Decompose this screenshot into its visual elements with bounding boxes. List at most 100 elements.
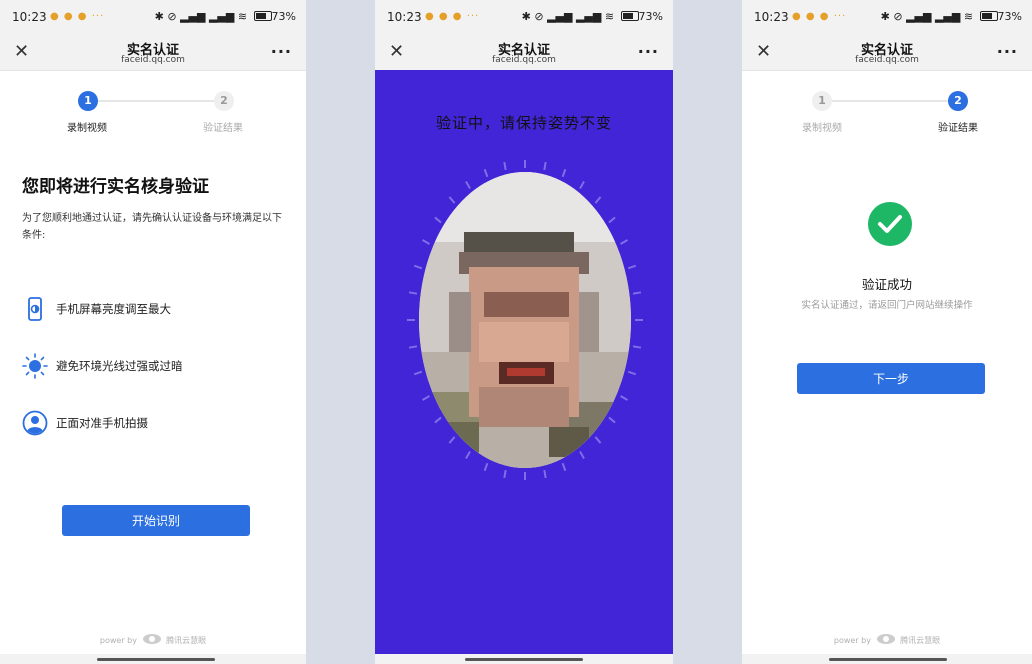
condition-text: 避免环境光线过强或过暗 <box>56 359 183 373</box>
home-indicator[interactable] <box>829 658 947 661</box>
battery-icon <box>620 11 639 21</box>
progress-tick <box>407 319 415 321</box>
status-bar: 10:23 ● ● ● ··· ✱ ⊘ ▂▄▆ ▂▄▆ ≋ 73% <box>0 0 306 36</box>
status-bar: 10:23 ● ● ● ··· ✱ ⊘ ▂▄▆ ▂▄▆ ≋ 73% <box>742 0 1032 36</box>
intro-description: 为了您顺利地通过认证，请先确认认证设备与环境满足以下条件: <box>22 213 282 241</box>
nav-bar: ✕ 实名认证 faceid.qq.com ··· <box>375 36 673 71</box>
more-icon[interactable]: ··· <box>638 42 659 61</box>
progress-tick <box>561 462 567 471</box>
progress-tick <box>408 345 417 349</box>
progress-tick <box>448 196 456 205</box>
step-2-label: 验证结果 <box>203 123 243 134</box>
battery-icon <box>979 11 998 21</box>
gesture-bar <box>375 654 673 664</box>
step-2-circle: 2 <box>214 91 234 111</box>
progress-tick <box>543 162 547 171</box>
success-description: 实名认证通过，请返回门户网站继续操作 <box>801 300 973 311</box>
system-status: ✱ ⊘ ▂▄▆ ▂▄▆ ≋ 73% <box>880 10 1022 23</box>
status-time: 10:23 <box>754 10 789 24</box>
powered-by-logo: power by 腾讯云慧眼 <box>99 634 207 645</box>
step-1-label: 录制视频 <box>802 123 842 134</box>
screen-verifying: 10:23 ● ● ● ··· ✱ ⊘ ▂▄▆ ▂▄▆ ≋ 73% ✕ 实名认证… <box>375 0 673 664</box>
progress-tick <box>413 264 422 269</box>
progress-tick <box>483 462 489 471</box>
progress-tick <box>635 319 643 321</box>
signal-wifi-icons: ✱ ⊘ ▂▄▆ ▂▄▆ ≋ <box>521 10 615 23</box>
status-time: 10:23 <box>12 10 47 24</box>
progress-tick <box>619 239 628 245</box>
next-step-button[interactable]: 下一步 <box>797 363 985 394</box>
start-recognition-button[interactable]: 开始识别 <box>62 505 250 536</box>
progress-tick <box>422 239 431 245</box>
battery-icon <box>253 11 272 21</box>
step-1-label: 录制视频 <box>67 123 107 134</box>
tencent-eye-icon <box>876 634 895 644</box>
progress-tick <box>503 162 507 171</box>
notification-icons: ● ● ● ··· <box>425 11 480 22</box>
nav-bar: ✕ 实名认证 faceid.qq.com ··· <box>0 36 306 71</box>
tencent-eye-icon <box>142 634 161 644</box>
progress-tick <box>561 169 567 178</box>
status-bar: 10:23 ● ● ● ··· ✱ ⊘ ▂▄▆ ▂▄▆ ≋ 73% <box>375 0 673 36</box>
more-icon[interactable]: ··· <box>271 42 292 61</box>
progress-tick <box>619 395 628 401</box>
battery-level: 73 <box>271 10 286 23</box>
step-1-circle: 1 <box>78 91 98 111</box>
progress-tick <box>633 291 642 295</box>
face-preview <box>419 172 631 468</box>
battery-level: 73 <box>638 10 653 23</box>
stepper: 1 2 录制视频 验证结果 <box>0 90 306 134</box>
signal-wifi-icons: ✱ ⊘ ▂▄▆ ▂▄▆ ≋ <box>154 10 248 23</box>
signal-wifi-icons: ✱ ⊘ ▂▄▆ ▂▄▆ ≋ <box>880 10 974 23</box>
home-indicator[interactable] <box>97 658 215 661</box>
verify-instruction: 验证中，请保持姿势不变 <box>435 114 612 132</box>
progress-tick <box>608 216 617 224</box>
progress-tick <box>408 291 417 295</box>
screen-intro: 10:23 ● ● ● ··· ✱ ⊘ ▂▄▆ ▂▄▆ ≋ 73% ✕ 实名认证… <box>0 0 306 664</box>
progress-tick <box>524 472 526 480</box>
notification-icons: ● ● ● ··· <box>50 11 105 22</box>
gesture-bar <box>742 654 1032 664</box>
page-url: faceid.qq.com <box>855 55 919 65</box>
step-connector <box>832 100 948 102</box>
step-connector <box>98 100 214 102</box>
powered-by-logo: power by 腾讯云慧眼 <box>833 634 941 645</box>
step-2-circle: 2 <box>948 91 968 111</box>
stepper: 1 2 录制视频 验证结果 <box>742 90 1032 134</box>
condition-text: 手机屏幕亮度调至最大 <box>56 302 171 316</box>
sun-icon <box>22 353 48 379</box>
progress-tick <box>422 395 431 401</box>
progress-tick <box>594 196 602 205</box>
screen-result: 10:23 ● ● ● ··· ✱ ⊘ ▂▄▆ ▂▄▆ ≋ 73% ✕ 实名认证… <box>742 0 1032 664</box>
progress-tick <box>524 160 526 168</box>
progress-tick <box>413 371 422 376</box>
progress-tick <box>608 416 617 424</box>
progress-tick <box>594 435 602 444</box>
more-icon[interactable]: ··· <box>997 42 1018 61</box>
progress-tick <box>465 180 471 189</box>
page-url: faceid.qq.com <box>492 55 556 65</box>
home-indicator[interactable] <box>465 658 583 661</box>
condition-text: 正面对准手机拍摄 <box>56 416 148 430</box>
system-status: ✱ ⊘ ▂▄▆ ▂▄▆ ≋ 73% <box>154 10 296 23</box>
progress-tick <box>628 371 637 376</box>
pixelated-face-image <box>419 172 631 468</box>
nav-bar: ✕ 实名认证 faceid.qq.com ··· <box>742 36 1032 71</box>
progress-tick <box>579 451 585 460</box>
success-title: 验证成功 <box>861 277 912 292</box>
face-frame <box>407 160 643 480</box>
progress-tick <box>483 169 489 178</box>
progress-tick <box>579 180 585 189</box>
page-url: faceid.qq.com <box>121 55 185 65</box>
step-2-label: 验证结果 <box>938 123 978 134</box>
progress-tick <box>433 216 442 224</box>
status-time: 10:23 <box>387 10 422 24</box>
person-icon <box>22 410 48 436</box>
notification-icons: ● ● ● ··· <box>792 11 847 22</box>
step-1-circle: 1 <box>812 91 832 111</box>
progress-tick <box>448 435 456 444</box>
system-status: ✱ ⊘ ▂▄▆ ▂▄▆ ≋ 73% <box>521 10 663 23</box>
gesture-bar <box>0 654 306 664</box>
progress-tick <box>543 469 547 478</box>
battery-level: 73 <box>997 10 1012 23</box>
